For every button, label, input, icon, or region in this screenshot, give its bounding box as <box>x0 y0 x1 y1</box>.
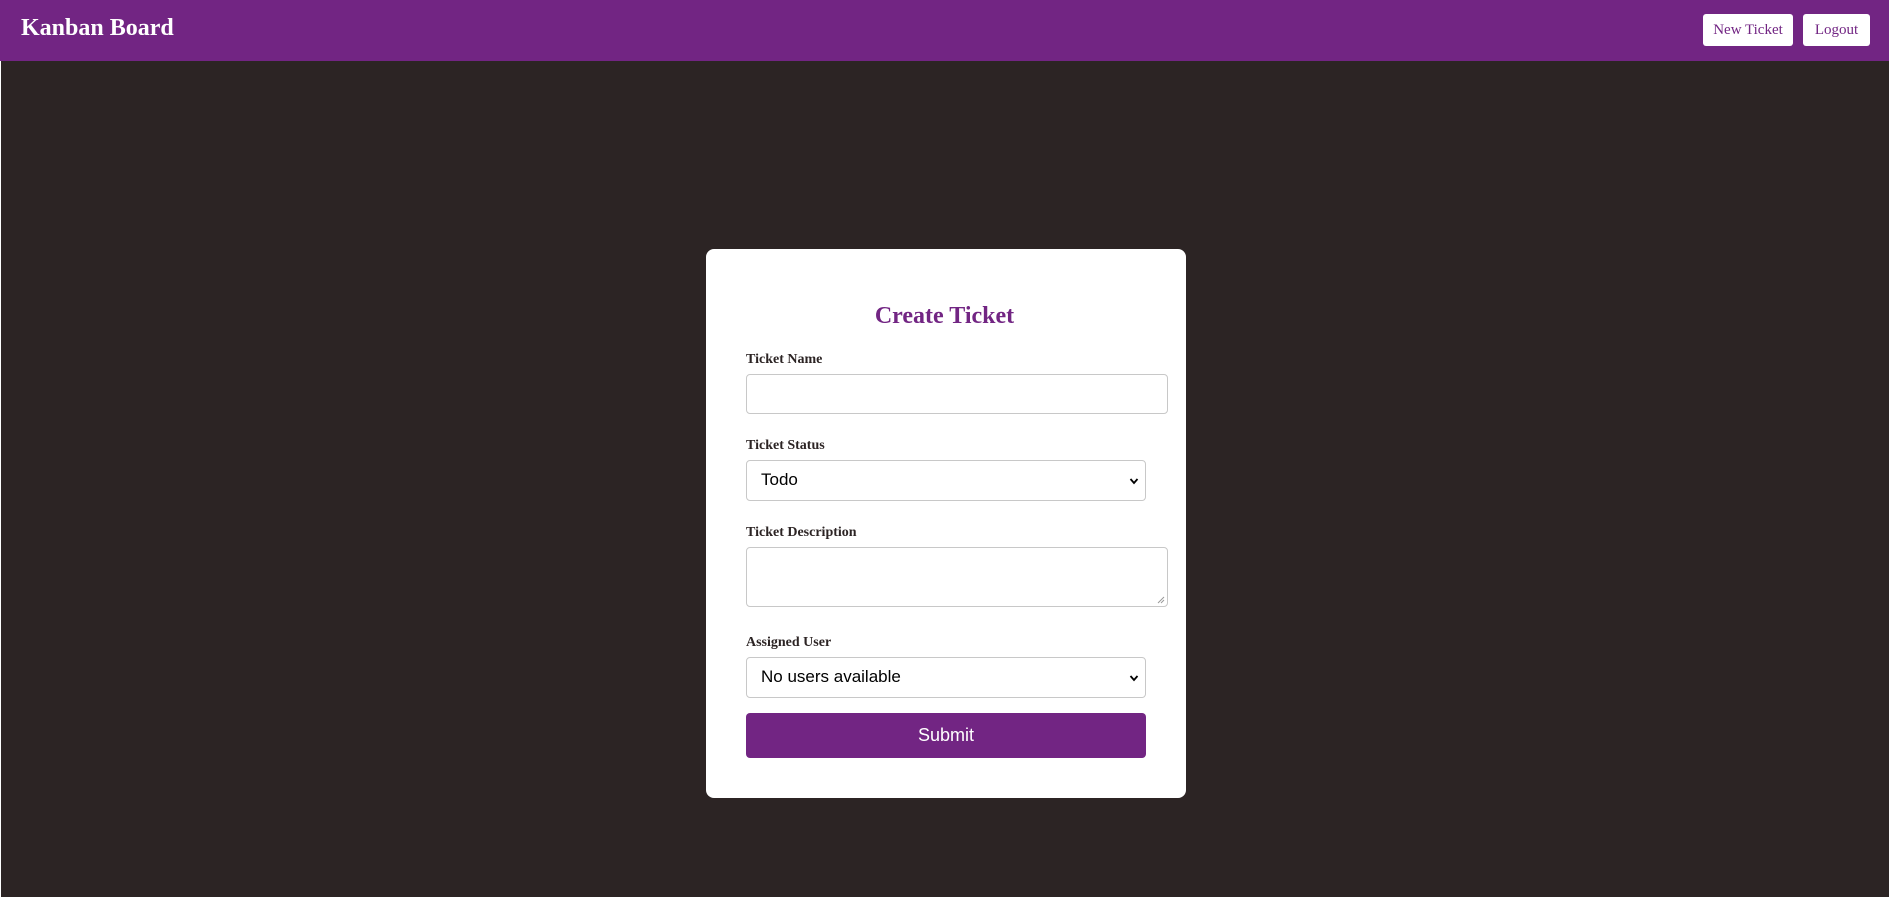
window-edge <box>0 0 1 897</box>
ticket-status-select[interactable]: Todo <box>746 460 1146 501</box>
top-navbar: Kanban Board New Ticket Logout <box>0 0 1889 61</box>
assigned-user-label: Assigned User <box>746 635 832 650</box>
new-ticket-button[interactable]: New Ticket <box>1703 14 1793 46</box>
ticket-name-label: Ticket Name <box>746 352 823 367</box>
ticket-name-input[interactable] <box>746 374 1168 414</box>
ticket-status-value: Todo <box>761 470 798 489</box>
chevron-down-icon <box>1129 478 1139 485</box>
app-title: Kanban Board <box>21 15 174 41</box>
resize-handle-icon[interactable] <box>1157 596 1165 604</box>
chevron-down-icon <box>1129 675 1139 682</box>
form-title: Create Ticket <box>874 303 1015 329</box>
logout-button[interactable]: Logout <box>1803 14 1870 46</box>
ticket-description-label: Ticket Description <box>746 525 857 540</box>
assigned-user-select[interactable]: No users available <box>746 657 1146 698</box>
assigned-user-value: No users available <box>761 667 901 686</box>
ticket-description-textarea[interactable] <box>746 547 1168 607</box>
submit-button[interactable]: Submit <box>746 713 1146 758</box>
ticket-status-label: Ticket Status <box>746 438 825 453</box>
